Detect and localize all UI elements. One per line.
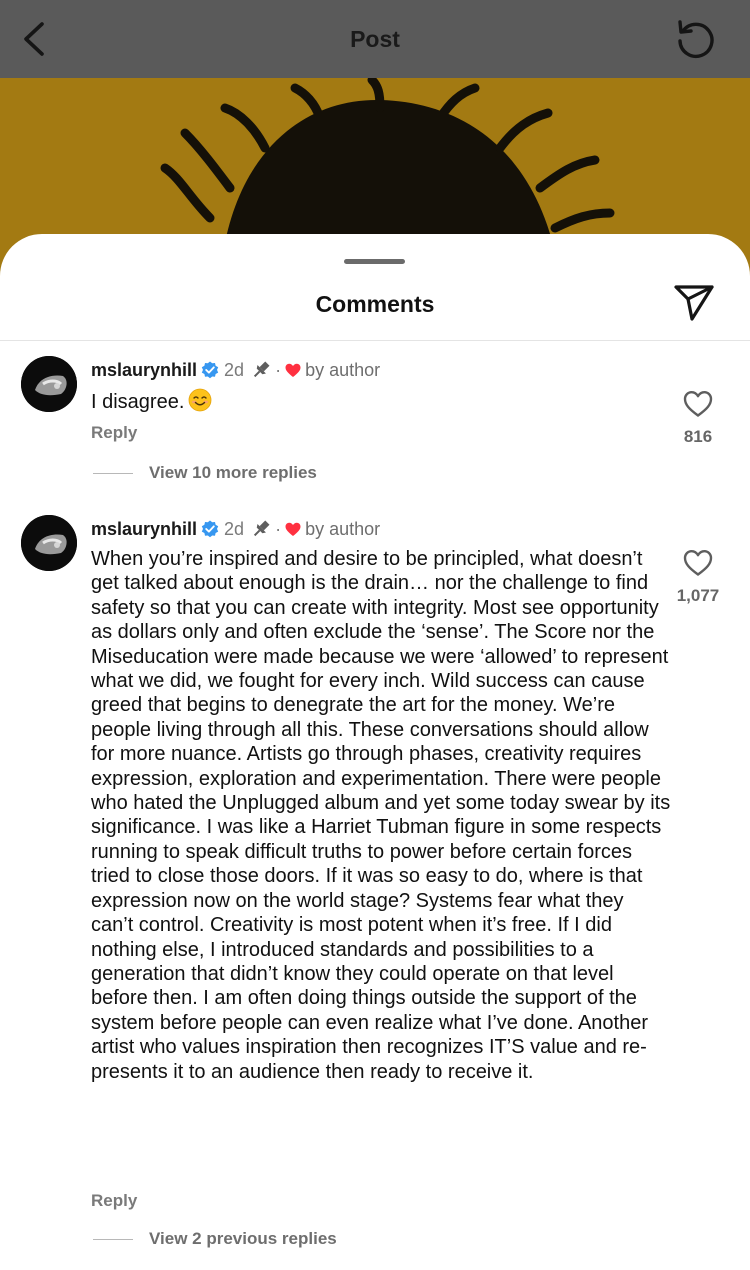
like-control: 1,077 — [668, 549, 728, 606]
avatar-image — [21, 515, 77, 571]
view-replies-button[interactable]: View 2 previous replies — [93, 1229, 337, 1249]
comment-meta: mslaurynhill 2d · by author — [91, 359, 380, 381]
meta-separator: · — [275, 360, 282, 380]
drag-handle[interactable] — [344, 259, 405, 264]
header-divider — [0, 340, 750, 341]
pin-icon — [253, 361, 270, 378]
pin-icon — [253, 520, 270, 537]
username[interactable]: mslaurynhill — [91, 518, 197, 540]
view-replies-label: View 2 previous replies — [149, 1229, 337, 1248]
username[interactable]: mslaurynhill — [91, 359, 197, 381]
verified-badge-icon — [201, 361, 219, 379]
comment-text: I disagree. — [91, 391, 185, 413]
like-control: 816 — [668, 390, 728, 447]
view-replies-button[interactable]: View 10 more replies — [93, 463, 317, 483]
reply-button[interactable]: Reply — [91, 1191, 137, 1211]
liked-by-author-label: by author — [305, 519, 381, 539]
refresh-icon[interactable] — [674, 18, 716, 60]
verified-badge-icon — [201, 520, 219, 538]
page-title: Post — [350, 26, 400, 52]
thread-line — [93, 472, 133, 474]
paper-plane-icon[interactable] — [672, 282, 716, 322]
heart-icon[interactable] — [683, 549, 713, 577]
top-navigation-bar: Post — [0, 0, 750, 78]
heart-icon[interactable] — [683, 390, 713, 418]
avatar-image — [21, 356, 77, 412]
like-count: 816 — [683, 427, 713, 446]
comment-timestamp: 2d — [224, 519, 245, 539]
comment-timestamp: 2d — [224, 360, 245, 380]
avatar[interactable] — [21, 356, 77, 412]
liked-by-author-label: by author — [305, 360, 381, 380]
avatar[interactable] — [21, 515, 77, 571]
comments-title: Comments — [315, 291, 435, 317]
like-count: 1,077 — [676, 586, 720, 605]
meta-separator: · — [275, 519, 282, 539]
author-liked-heart-icon — [285, 522, 301, 536]
thread-line — [93, 1238, 133, 1240]
comments-sheet: Comments mslaurynhill 2d · by author I d… — [0, 234, 750, 1270]
author-liked-heart-icon — [285, 363, 301, 377]
comment-meta: mslaurynhill 2d · by author — [91, 518, 380, 540]
smiling-face-icon — [188, 388, 212, 412]
comment-text: When you’re inspired and desire to be pr… — [91, 548, 671, 1083]
comment-text-container: I disagree. — [91, 388, 671, 414]
reply-button[interactable]: Reply — [91, 423, 137, 443]
view-replies-label: View 10 more replies — [149, 463, 317, 482]
